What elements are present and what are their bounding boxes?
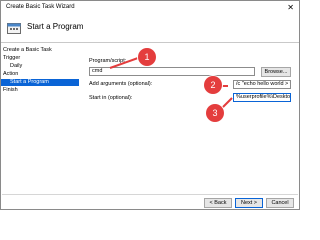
title-bar: Create Basic Task Wizard ✕ [1,1,299,14]
wizard-nav: Create a Basic Task Trigger Daily Action… [1,43,79,195]
page-header: Start a Program [1,14,299,43]
form-panel: Program/script: cmd Browse... Add argume… [83,43,297,193]
nav-item-finish[interactable]: Finish [3,87,18,94]
program-script-label: Program/script: [89,58,127,64]
footer-divider [2,194,298,195]
add-arguments-label: Add arguments (optional): [89,81,153,87]
window-title: Create Basic Task Wizard [6,4,75,10]
back-button[interactable]: < Back [204,198,232,208]
nav-item-daily[interactable]: Daily [10,63,22,70]
nav-item-trigger[interactable]: Trigger [3,55,20,62]
nav-item-create-basic-task[interactable]: Create a Basic Task [3,47,52,54]
nav-item-action[interactable]: Action [3,71,18,78]
callout-1: 1 [138,48,156,66]
add-arguments-input[interactable]: /c "echo hello world > te [233,80,291,89]
cancel-button[interactable]: Cancel [266,198,294,208]
callout-2: 2 [204,76,222,94]
start-in-label: Start in (optional): [89,95,133,101]
callout-3: 3 [206,104,224,122]
wizard-window: Create Basic Task Wizard ✕ Start a Progr… [0,0,300,210]
nav-item-start-a-program[interactable]: Start a Program [1,79,79,86]
start-in-input[interactable]: %userprofile%\Desktop [233,93,291,102]
task-scheduler-icon [7,23,21,34]
program-script-input[interactable]: cmd [89,67,255,76]
next-button[interactable]: Next > [235,198,263,208]
page-title: Start a Program [27,22,84,31]
close-icon[interactable]: ✕ [287,1,294,14]
browse-button[interactable]: Browse... [261,67,291,77]
